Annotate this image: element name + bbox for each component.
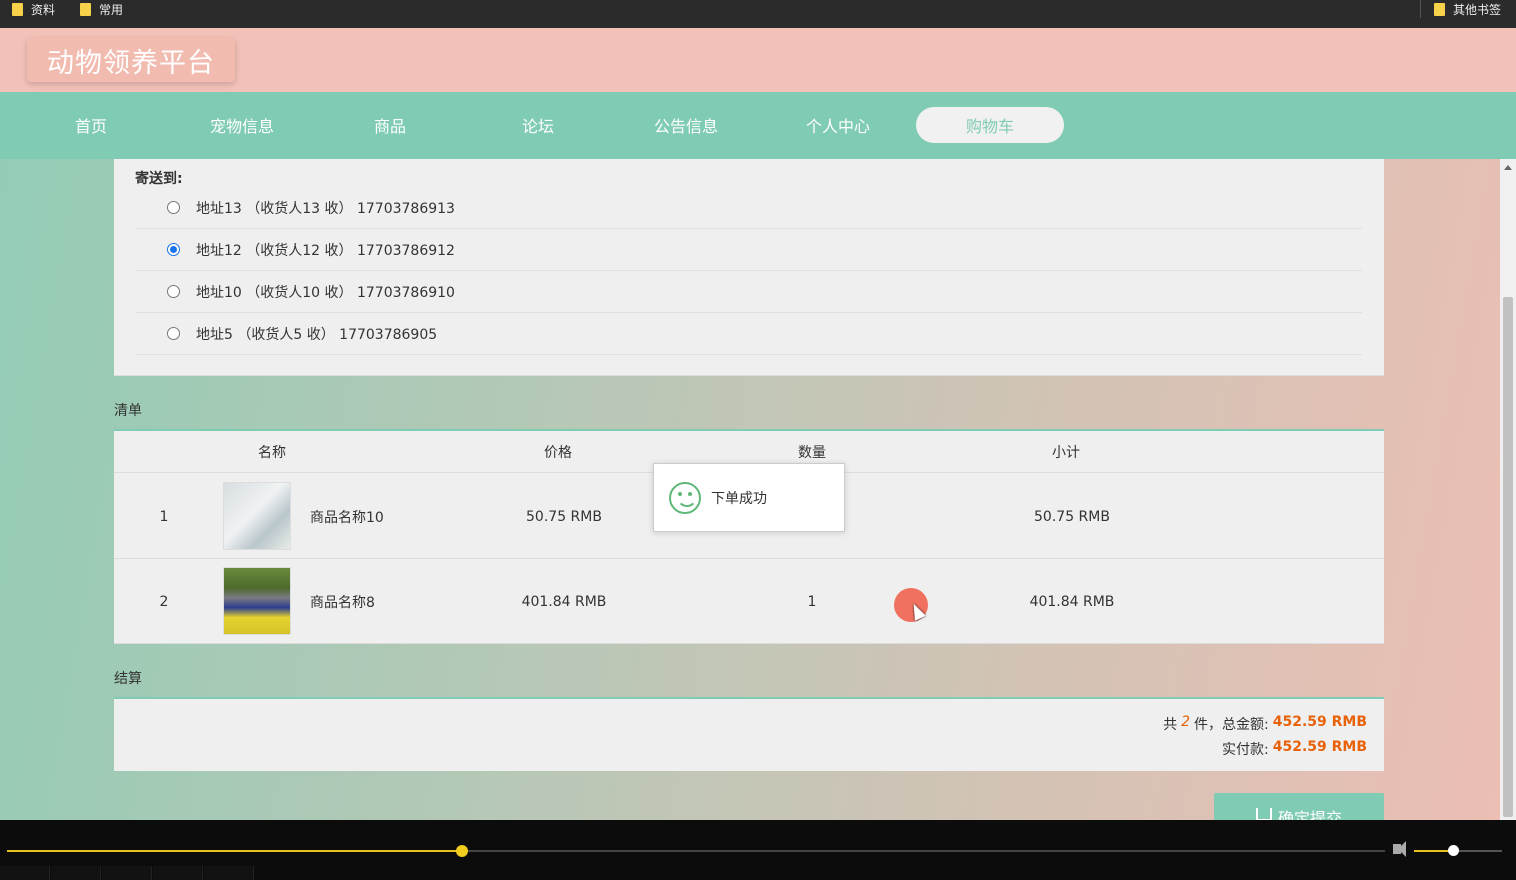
paid-line: 实付款: 452.59 RMB [1222,739,1367,759]
bookmark-folder-1[interactable]: 资料 [12,0,55,18]
product-subtotal: 50.75 RMB [1034,508,1110,525]
main-nav: 首页 宠物信息 商品 论坛 公告信息 个人中心 购物车 [0,92,1516,159]
table-row: 2 商品名称8 401.84 RMB 1 401.84 RMB [114,559,1384,644]
bookmark-folder-2[interactable]: 常用 [80,0,123,18]
order-list-table: 名称 价格 数量 小计 1 商品名称10 50.75 RMB 50.75 RMB… [114,429,1384,644]
count-prefix: 共 [1163,717,1178,733]
address-text: 地址13 （收货人13 收） 17703786913 [196,200,455,217]
site-logo[interactable]: 动物领养平台 [27,38,235,82]
row-index: 1 [159,508,169,525]
product-thumbnail[interactable] [223,482,291,550]
bookmark-other[interactable]: 其他书签 [1434,0,1501,18]
nav-item-profile[interactable]: 个人中心 [764,107,912,143]
address-radio[interactable] [167,327,180,340]
nav-item-notices[interactable]: 公告信息 [612,107,760,143]
bookmark-label: 其他书签 [1453,2,1502,17]
total-line: 共 2 件，总金额: 452.59 RMB [1163,714,1367,734]
player-control[interactable] [102,866,152,880]
checkout-content: 寄送到: 地址13 （收货人13 收） 17703786913 地址12 （收货… [0,159,1500,820]
address-radio-selected[interactable] [167,243,180,256]
paid-amount: 452.59 RMB [1272,739,1367,755]
address-text: 地址5 （收货人5 收） 17703786905 [196,326,438,343]
folder-icon [1434,2,1445,16]
video-player-bar [0,820,1516,880]
nav-item-pets[interactable]: 宠物信息 [168,107,316,143]
product-name[interactable]: 商品名称10 [310,474,410,559]
header-name: 名称 [258,445,286,461]
header-price: 价格 [544,445,572,461]
product-name[interactable]: 商品名称8 [310,559,410,644]
scroll-thumb[interactable] [1503,297,1513,817]
paid-label: 实付款: [1222,742,1269,758]
cart-icon [1255,808,1272,820]
nav-item-home[interactable]: 首页 [17,107,165,143]
product-thumbnail[interactable] [223,567,291,635]
item-count: 2 [1181,714,1190,730]
volume-level [1414,850,1453,852]
address-option[interactable]: 地址12 （收货人12 收） 17703786912 [136,229,1362,271]
toast-text: 下单成功 [711,490,767,507]
address-radio[interactable] [167,285,180,298]
address-option[interactable]: 地址5 （收货人5 收） 17703786905 [136,313,1362,355]
bookmark-label: 常用 [99,2,124,17]
nav-item-goods[interactable]: 商品 [316,107,464,143]
player-control[interactable] [204,866,254,880]
count-suffix: 件，总金额: [1194,717,1269,733]
address-option[interactable]: 地址13 （收货人13 收） 17703786913 [136,187,1362,229]
address-option[interactable]: 地址10 （收货人10 收） 17703786910 [136,271,1362,313]
list-section-label: 清单 [114,403,142,419]
row-index: 2 [159,593,169,610]
address-radio[interactable] [167,201,180,214]
player-control[interactable] [153,866,203,880]
player-control[interactable] [51,866,101,880]
product-subtotal: 401.84 RMB [1029,593,1115,610]
settlement-panel: 共 2 件，总金额: 452.59 RMB 实付款: 452.59 RMB [114,697,1384,771]
bookmarks-bar: 资料 常用 其他书签 [0,0,1516,28]
volume-knob[interactable] [1447,845,1459,856]
bookmark-divider [1420,0,1421,18]
address-panel: 寄送到: 地址13 （收货人13 收） 17703786913 地址12 （收货… [114,159,1384,376]
smile-icon [669,481,701,514]
product-price: 50.75 RMB [526,508,602,525]
address-text: 地址10 （收货人10 收） 17703786910 [196,284,455,301]
seek-progress [7,850,462,852]
header-subtotal: 小计 [1052,445,1080,461]
volume-icon[interactable] [1393,841,1406,857]
page-scrollbar[interactable] [1500,159,1516,820]
bookmark-label: 资料 [31,2,56,17]
settle-section-label: 结算 [114,671,142,687]
seek-knob[interactable] [455,845,468,857]
product-price: 401.84 RMB [521,593,607,610]
folder-icon [12,2,23,16]
folder-icon [80,2,91,16]
seek-bar[interactable] [7,845,1385,857]
address-text: 地址12 （收货人12 收） 17703786912 [196,242,455,259]
product-qty: 1 [807,593,817,610]
submit-order-button[interactable]: 确定提交 [1214,793,1384,820]
submit-label: 确定提交 [1277,809,1342,820]
volume-slider[interactable] [1414,845,1502,856]
nav-item-cart[interactable]: 购物车 [916,107,1064,143]
scroll-up-icon[interactable] [1504,165,1512,170]
success-toast: 下单成功 [653,463,845,532]
total-amount: 452.59 RMB [1272,714,1367,730]
site-header: 动物领养平台 [0,28,1516,92]
player-control[interactable] [0,866,50,880]
address-title: 寄送到: [135,171,183,187]
nav-item-forum[interactable]: 论坛 [464,107,612,143]
